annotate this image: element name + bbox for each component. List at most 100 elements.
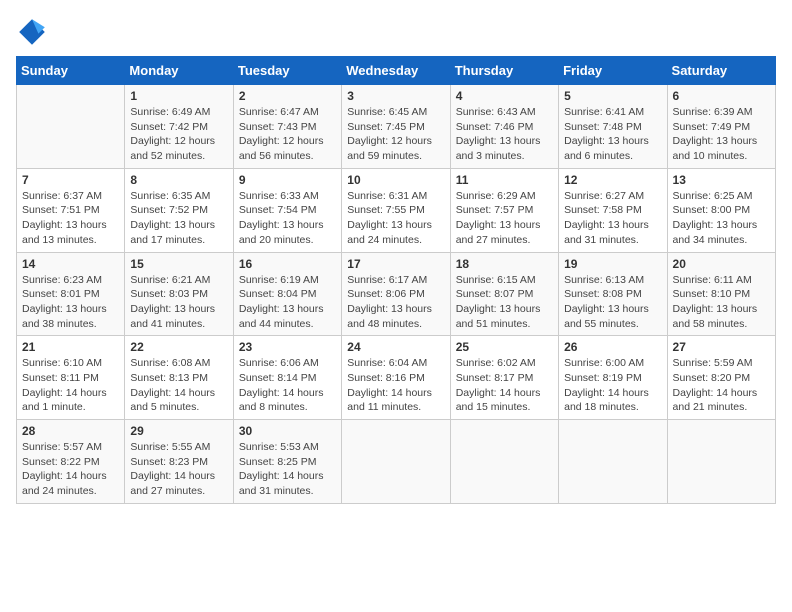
cell-line: and 10 minutes. bbox=[673, 149, 770, 164]
cell-line: and 3 minutes. bbox=[456, 149, 553, 164]
day-number: 8 bbox=[130, 173, 227, 187]
cell-line: and 52 minutes. bbox=[130, 149, 227, 164]
cell-line: Sunrise: 6:25 AM bbox=[673, 189, 770, 204]
day-number: 28 bbox=[22, 424, 119, 438]
cell-line: Sunset: 7:45 PM bbox=[347, 120, 444, 135]
cell-line: Sunset: 8:08 PM bbox=[564, 287, 661, 302]
logo bbox=[16, 16, 52, 48]
day-number: 14 bbox=[22, 257, 119, 271]
cell-line: Sunset: 8:25 PM bbox=[239, 455, 336, 470]
cell-line: Sunrise: 6:41 AM bbox=[564, 105, 661, 120]
day-number: 6 bbox=[673, 89, 770, 103]
calendar-cell: 19Sunrise: 6:13 AMSunset: 8:08 PMDayligh… bbox=[559, 252, 667, 336]
calendar-cell: 18Sunrise: 6:15 AMSunset: 8:07 PMDayligh… bbox=[450, 252, 558, 336]
cell-line: and 31 minutes. bbox=[564, 233, 661, 248]
cell-line: Sunset: 8:00 PM bbox=[673, 203, 770, 218]
cell-line: and 27 minutes. bbox=[456, 233, 553, 248]
cell-line: and 58 minutes. bbox=[673, 317, 770, 332]
calendar-cell: 23Sunrise: 6:06 AMSunset: 8:14 PMDayligh… bbox=[233, 336, 341, 420]
cell-line: Sunset: 7:52 PM bbox=[130, 203, 227, 218]
day-number: 2 bbox=[239, 89, 336, 103]
calendar-cell: 1Sunrise: 6:49 AMSunset: 7:42 PMDaylight… bbox=[125, 85, 233, 169]
calendar-cell: 21Sunrise: 6:10 AMSunset: 8:11 PMDayligh… bbox=[17, 336, 125, 420]
cell-line: Sunset: 7:49 PM bbox=[673, 120, 770, 135]
week-row-3: 14Sunrise: 6:23 AMSunset: 8:01 PMDayligh… bbox=[17, 252, 776, 336]
cell-line: and 51 minutes. bbox=[456, 317, 553, 332]
week-row-1: 1Sunrise: 6:49 AMSunset: 7:42 PMDaylight… bbox=[17, 85, 776, 169]
cell-line: Sunrise: 6:29 AM bbox=[456, 189, 553, 204]
day-number: 4 bbox=[456, 89, 553, 103]
day-number: 20 bbox=[673, 257, 770, 271]
day-number: 23 bbox=[239, 340, 336, 354]
day-number: 12 bbox=[564, 173, 661, 187]
calendar-cell: 30Sunrise: 5:53 AMSunset: 8:25 PMDayligh… bbox=[233, 420, 341, 504]
cell-line: and 21 minutes. bbox=[673, 400, 770, 415]
cell-line: Sunset: 8:01 PM bbox=[22, 287, 119, 302]
day-number: 13 bbox=[673, 173, 770, 187]
cell-line: Daylight: 13 hours bbox=[347, 218, 444, 233]
cell-line: Sunset: 7:58 PM bbox=[564, 203, 661, 218]
cell-line: and 48 minutes. bbox=[347, 317, 444, 332]
day-number: 18 bbox=[456, 257, 553, 271]
cell-line: Sunset: 7:48 PM bbox=[564, 120, 661, 135]
cell-line: Sunrise: 6:47 AM bbox=[239, 105, 336, 120]
day-number: 22 bbox=[130, 340, 227, 354]
cell-line: Sunrise: 6:31 AM bbox=[347, 189, 444, 204]
cell-line: Sunrise: 6:10 AM bbox=[22, 356, 119, 371]
cell-line: and 38 minutes. bbox=[22, 317, 119, 332]
cell-line: Sunrise: 6:49 AM bbox=[130, 105, 227, 120]
day-number: 7 bbox=[22, 173, 119, 187]
day-number: 11 bbox=[456, 173, 553, 187]
cell-line: and 59 minutes. bbox=[347, 149, 444, 164]
cell-line: Daylight: 14 hours bbox=[130, 469, 227, 484]
cell-line: Sunrise: 6:02 AM bbox=[456, 356, 553, 371]
calendar-cell: 2Sunrise: 6:47 AMSunset: 7:43 PMDaylight… bbox=[233, 85, 341, 169]
cell-line: Sunrise: 5:55 AM bbox=[130, 440, 227, 455]
day-number: 15 bbox=[130, 257, 227, 271]
cell-line: Sunrise: 6:15 AM bbox=[456, 273, 553, 288]
cell-line: and 8 minutes. bbox=[239, 400, 336, 415]
calendar-cell bbox=[17, 85, 125, 169]
cell-line: Sunrise: 6:33 AM bbox=[239, 189, 336, 204]
cell-line: Sunset: 8:06 PM bbox=[347, 287, 444, 302]
cell-line: Sunrise: 6:45 AM bbox=[347, 105, 444, 120]
cell-line: and 5 minutes. bbox=[130, 400, 227, 415]
cell-line: Daylight: 13 hours bbox=[456, 134, 553, 149]
cell-line: Sunrise: 5:53 AM bbox=[239, 440, 336, 455]
cell-line: Sunrise: 6:27 AM bbox=[564, 189, 661, 204]
cell-line: Daylight: 12 hours bbox=[347, 134, 444, 149]
cell-line: Daylight: 14 hours bbox=[22, 469, 119, 484]
page-header bbox=[16, 16, 776, 48]
day-number: 9 bbox=[239, 173, 336, 187]
cell-line: and 17 minutes. bbox=[130, 233, 227, 248]
cell-line: Daylight: 12 hours bbox=[130, 134, 227, 149]
cell-line: and 41 minutes. bbox=[130, 317, 227, 332]
calendar-cell bbox=[450, 420, 558, 504]
cell-line: and 13 minutes. bbox=[22, 233, 119, 248]
cell-line: and 11 minutes. bbox=[347, 400, 444, 415]
cell-line: Sunset: 8:14 PM bbox=[239, 371, 336, 386]
day-number: 26 bbox=[564, 340, 661, 354]
cell-line: Sunrise: 6:35 AM bbox=[130, 189, 227, 204]
calendar-cell bbox=[342, 420, 450, 504]
calendar-cell: 4Sunrise: 6:43 AMSunset: 7:46 PMDaylight… bbox=[450, 85, 558, 169]
logo-icon bbox=[16, 16, 48, 48]
calendar-cell: 13Sunrise: 6:25 AMSunset: 8:00 PMDayligh… bbox=[667, 168, 775, 252]
calendar-cell bbox=[559, 420, 667, 504]
cell-line: Sunset: 8:03 PM bbox=[130, 287, 227, 302]
calendar-table: SundayMondayTuesdayWednesdayThursdayFrid… bbox=[16, 56, 776, 504]
cell-line: Sunset: 8:19 PM bbox=[564, 371, 661, 386]
cell-line: Daylight: 13 hours bbox=[22, 302, 119, 317]
day-number: 24 bbox=[347, 340, 444, 354]
header-day-saturday: Saturday bbox=[667, 57, 775, 85]
calendar-cell: 5Sunrise: 6:41 AMSunset: 7:48 PMDaylight… bbox=[559, 85, 667, 169]
calendar-cell: 12Sunrise: 6:27 AMSunset: 7:58 PMDayligh… bbox=[559, 168, 667, 252]
calendar-cell: 11Sunrise: 6:29 AMSunset: 7:57 PMDayligh… bbox=[450, 168, 558, 252]
day-number: 19 bbox=[564, 257, 661, 271]
cell-line: Daylight: 13 hours bbox=[673, 134, 770, 149]
header-day-monday: Monday bbox=[125, 57, 233, 85]
cell-line: Sunrise: 6:04 AM bbox=[347, 356, 444, 371]
day-number: 1 bbox=[130, 89, 227, 103]
cell-line: Daylight: 14 hours bbox=[130, 386, 227, 401]
cell-line: Daylight: 13 hours bbox=[239, 218, 336, 233]
